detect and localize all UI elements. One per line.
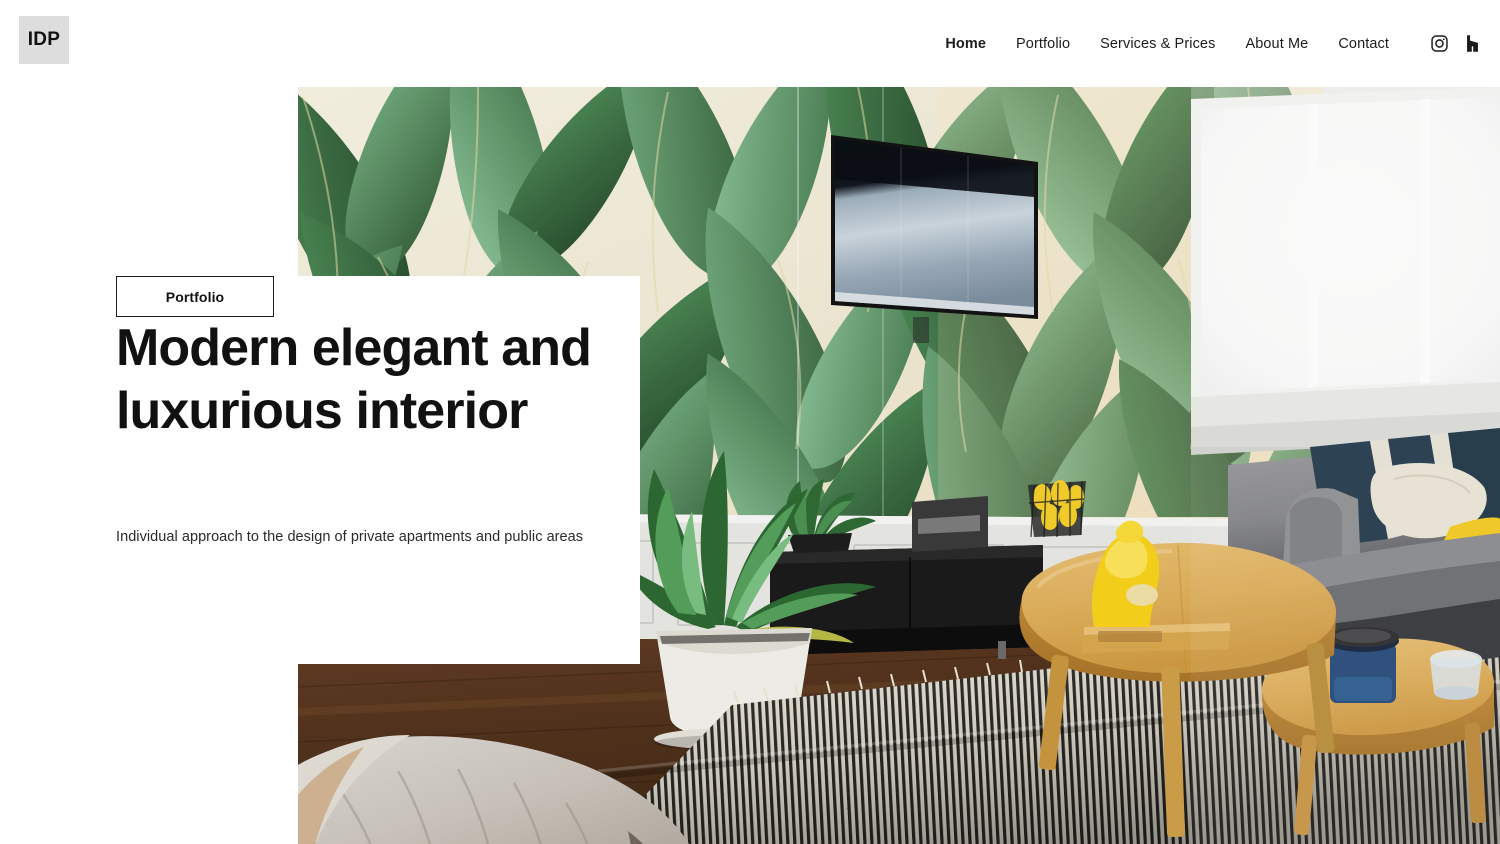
nav-item-home[interactable]: Home: [930, 36, 1001, 52]
hero-subtitle: Individual approach to the design of pri…: [116, 529, 584, 545]
logo[interactable]: IDP: [19, 16, 69, 64]
page-root: IDP Home Portfolio Services & Prices Abo…: [0, 0, 1500, 844]
logo-text: IDP: [27, 29, 61, 50]
nav-item-services-prices[interactable]: Services & Prices: [1085, 36, 1230, 52]
nav-item-portfolio[interactable]: Portfolio: [1001, 36, 1085, 52]
site-header: IDP Home Portfolio Services & Prices Abo…: [0, 0, 1500, 87]
social-links: [1430, 0, 1482, 87]
nav-item-contact[interactable]: Contact: [1323, 36, 1404, 52]
portfolio-button[interactable]: Portfolio: [116, 276, 274, 317]
hero-card: Modern elegant and luxurious interior In…: [0, 276, 640, 664]
houzz-icon[interactable]: [1463, 34, 1482, 53]
instagram-icon[interactable]: [1430, 34, 1449, 53]
page-title: Modern elegant and luxurious interior: [116, 319, 592, 440]
nav-item-about-me[interactable]: About Me: [1230, 36, 1323, 52]
main-navigation: Home Portfolio Services & Prices About M…: [930, 0, 1404, 87]
